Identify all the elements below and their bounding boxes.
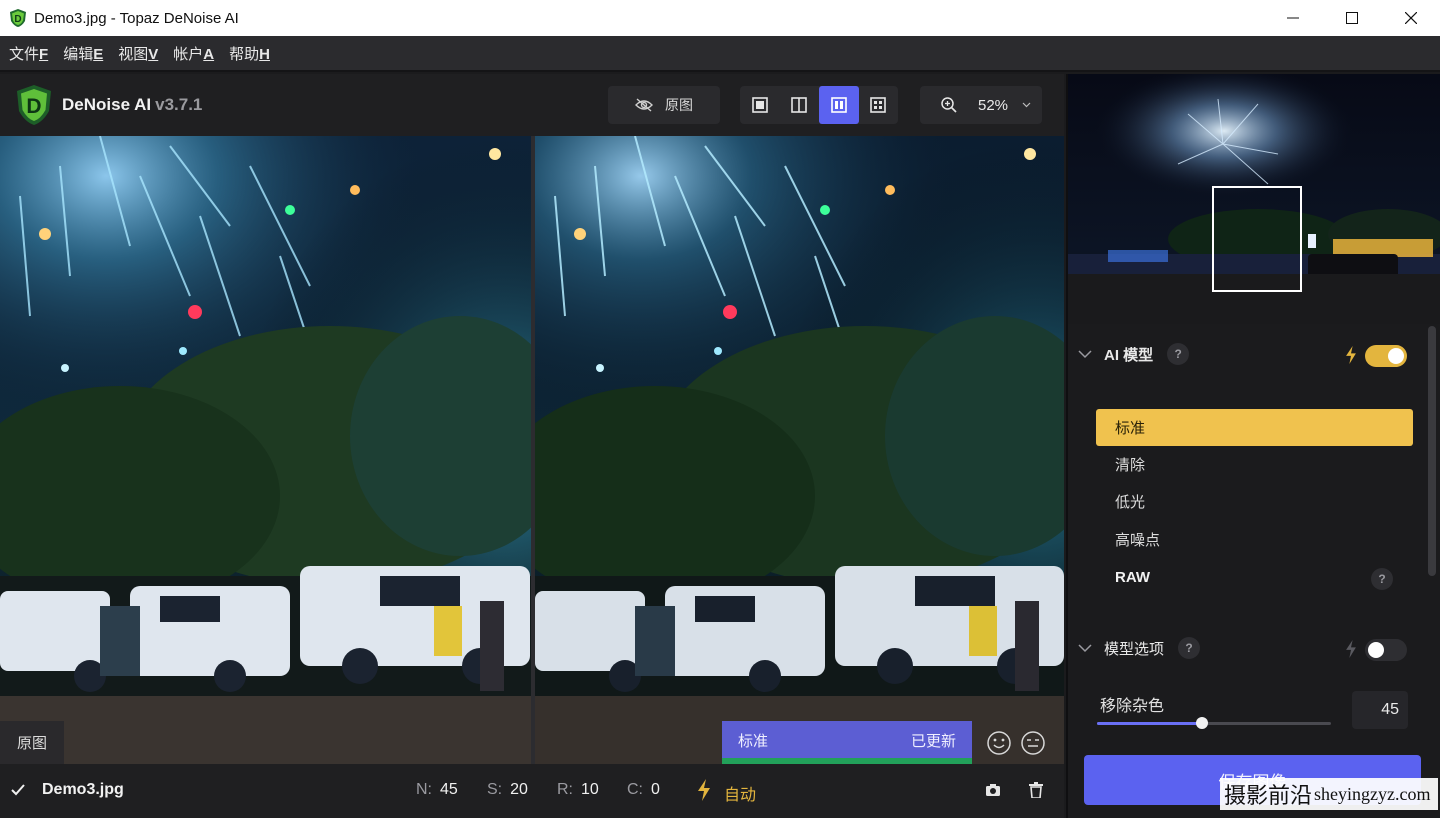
navigator-photo — [1068, 74, 1440, 324]
minimize-button[interactable] — [1263, 0, 1322, 36]
show-original-button[interactable]: 原图 — [608, 86, 720, 124]
remove-noise-value-input[interactable]: 45 — [1352, 691, 1408, 729]
view-side-by-side-button[interactable] — [819, 86, 859, 124]
menu-bar: 文件F 编辑E 视图V 帐户A 帮助H — [0, 36, 1440, 72]
close-icon — [1404, 12, 1417, 24]
preview-status-badge: 标准 已更新 — [722, 721, 972, 759]
model-options-help-icon[interactable]: ? — [1178, 637, 1201, 659]
toolbar: D DeNoise AI v3.7.1 原图 52% — [0, 74, 1064, 136]
minimize-icon — [1286, 17, 1299, 19]
title-bar: D Demo3.jpg - Topaz DeNoise AI — [0, 0, 1440, 36]
navigator-thumbnail[interactable] — [1068, 74, 1440, 324]
remove-noise-slider-fill — [1097, 722, 1203, 725]
view-mode-group — [740, 86, 898, 124]
file-name: Demo3.jpg — [42, 781, 124, 798]
original-pane-label: 原图 — [0, 721, 64, 764]
raw-help-icon[interactable]: ? — [1371, 568, 1393, 590]
maximize-icon — [1345, 12, 1358, 24]
setting-color: C: 0 — [627, 781, 660, 798]
auto-label[interactable]: 自动 — [724, 781, 756, 805]
side-by-side-icon — [830, 97, 847, 113]
app-brand: DeNoise AI v3.7.1 — [62, 95, 203, 114]
ai-model-help-icon[interactable]: ? — [1167, 343, 1190, 365]
menu-edit[interactable]: 编辑E — [63, 43, 103, 64]
window-title: Demo3.jpg - Topaz DeNoise AI — [34, 9, 239, 27]
neutral-face-icon[interactable] — [1020, 730, 1046, 756]
smile-face-icon[interactable] — [986, 730, 1012, 756]
model-item-clear[interactable]: 清除 — [1096, 446, 1413, 483]
view-split-button[interactable] — [780, 86, 820, 124]
preview-model-label: 标准 — [738, 732, 769, 750]
maximize-button[interactable] — [1322, 0, 1381, 36]
lightning-icon — [1346, 346, 1356, 364]
watermark: 摄影前沿 sheyingzyz.com — [1220, 778, 1438, 810]
remove-noise-slider[interactable] — [1097, 717, 1331, 729]
remove-noise-label: 移除杂色 — [1100, 698, 1165, 715]
preview-updated-label: 已更新 — [910, 732, 956, 750]
denoise-app-icon: D — [10, 9, 26, 27]
menu-view[interactable]: 视图V — [118, 43, 158, 64]
view-single-button[interactable] — [740, 86, 780, 124]
split-view-icon — [791, 97, 808, 113]
ai-model-toggle[interactable] — [1365, 345, 1407, 367]
model-options-toggle[interactable] — [1365, 639, 1407, 661]
panel-scrollbar[interactable] — [1428, 326, 1436, 576]
svg-text:D: D — [14, 14, 21, 25]
view-grid-button[interactable] — [859, 86, 899, 124]
chevron-down-icon — [1022, 102, 1031, 108]
menu-account[interactable]: 帐户A — [173, 43, 214, 64]
zoom-value: 52% — [978, 96, 1009, 114]
watermark-url: sheyingzyz.com — [1314, 783, 1431, 804]
menu-file[interactable]: 文件F — [9, 43, 48, 64]
eye-off-icon — [635, 98, 653, 112]
chevron-down-icon — [1078, 349, 1092, 358]
grid-view-icon — [870, 97, 887, 113]
watermark-text: 摄影前沿 — [1224, 783, 1313, 808]
setting-recover: R: 10 — [557, 781, 599, 798]
denoise-logo-icon: D — [17, 85, 51, 125]
lightning-icon — [698, 779, 710, 801]
app-window: D Demo3.jpg - Topaz DeNoise AI 文件F 编辑E 视… — [0, 0, 1440, 818]
image-viewer[interactable]: 原图 标准 已更新 — [0, 136, 1064, 764]
zoom-control[interactable]: 52% — [920, 86, 1042, 124]
model-item-low-light[interactable]: 低光 — [1096, 483, 1413, 520]
close-button[interactable] — [1381, 0, 1440, 36]
denoised-photo — [535, 136, 1064, 764]
original-photo — [0, 136, 531, 764]
model-options-title: 模型选项 — [1104, 640, 1165, 658]
chevron-down-icon — [1078, 643, 1092, 652]
model-item-severe-noise[interactable]: 高噪点 — [1096, 521, 1413, 558]
show-original-label: 原图 — [665, 97, 693, 113]
ai-model-title: AI 模型 — [1104, 346, 1154, 364]
lightning-icon — [1346, 640, 1356, 658]
file-status-bar: Demo3.jpg N: 45 S: 20 R: 10 C: 0 自动 — [0, 764, 1064, 818]
preview-image-pane[interactable] — [535, 136, 1064, 764]
setting-sharpen: S: 20 — [487, 781, 528, 798]
setting-noise: N: 45 — [416, 781, 458, 798]
model-item-raw[interactable]: RAW — [1096, 559, 1413, 596]
svg-text:D: D — [26, 95, 41, 118]
original-image-pane[interactable] — [0, 136, 531, 764]
camera-icon[interactable] — [985, 783, 1001, 797]
single-view-icon — [751, 97, 768, 113]
trash-icon[interactable] — [1029, 782, 1043, 798]
model-item-standard[interactable]: 标准 — [1096, 409, 1413, 446]
menu-help[interactable]: 帮助H — [229, 43, 270, 64]
zoom-in-icon — [941, 97, 957, 113]
check-icon[interactable] — [11, 784, 25, 796]
